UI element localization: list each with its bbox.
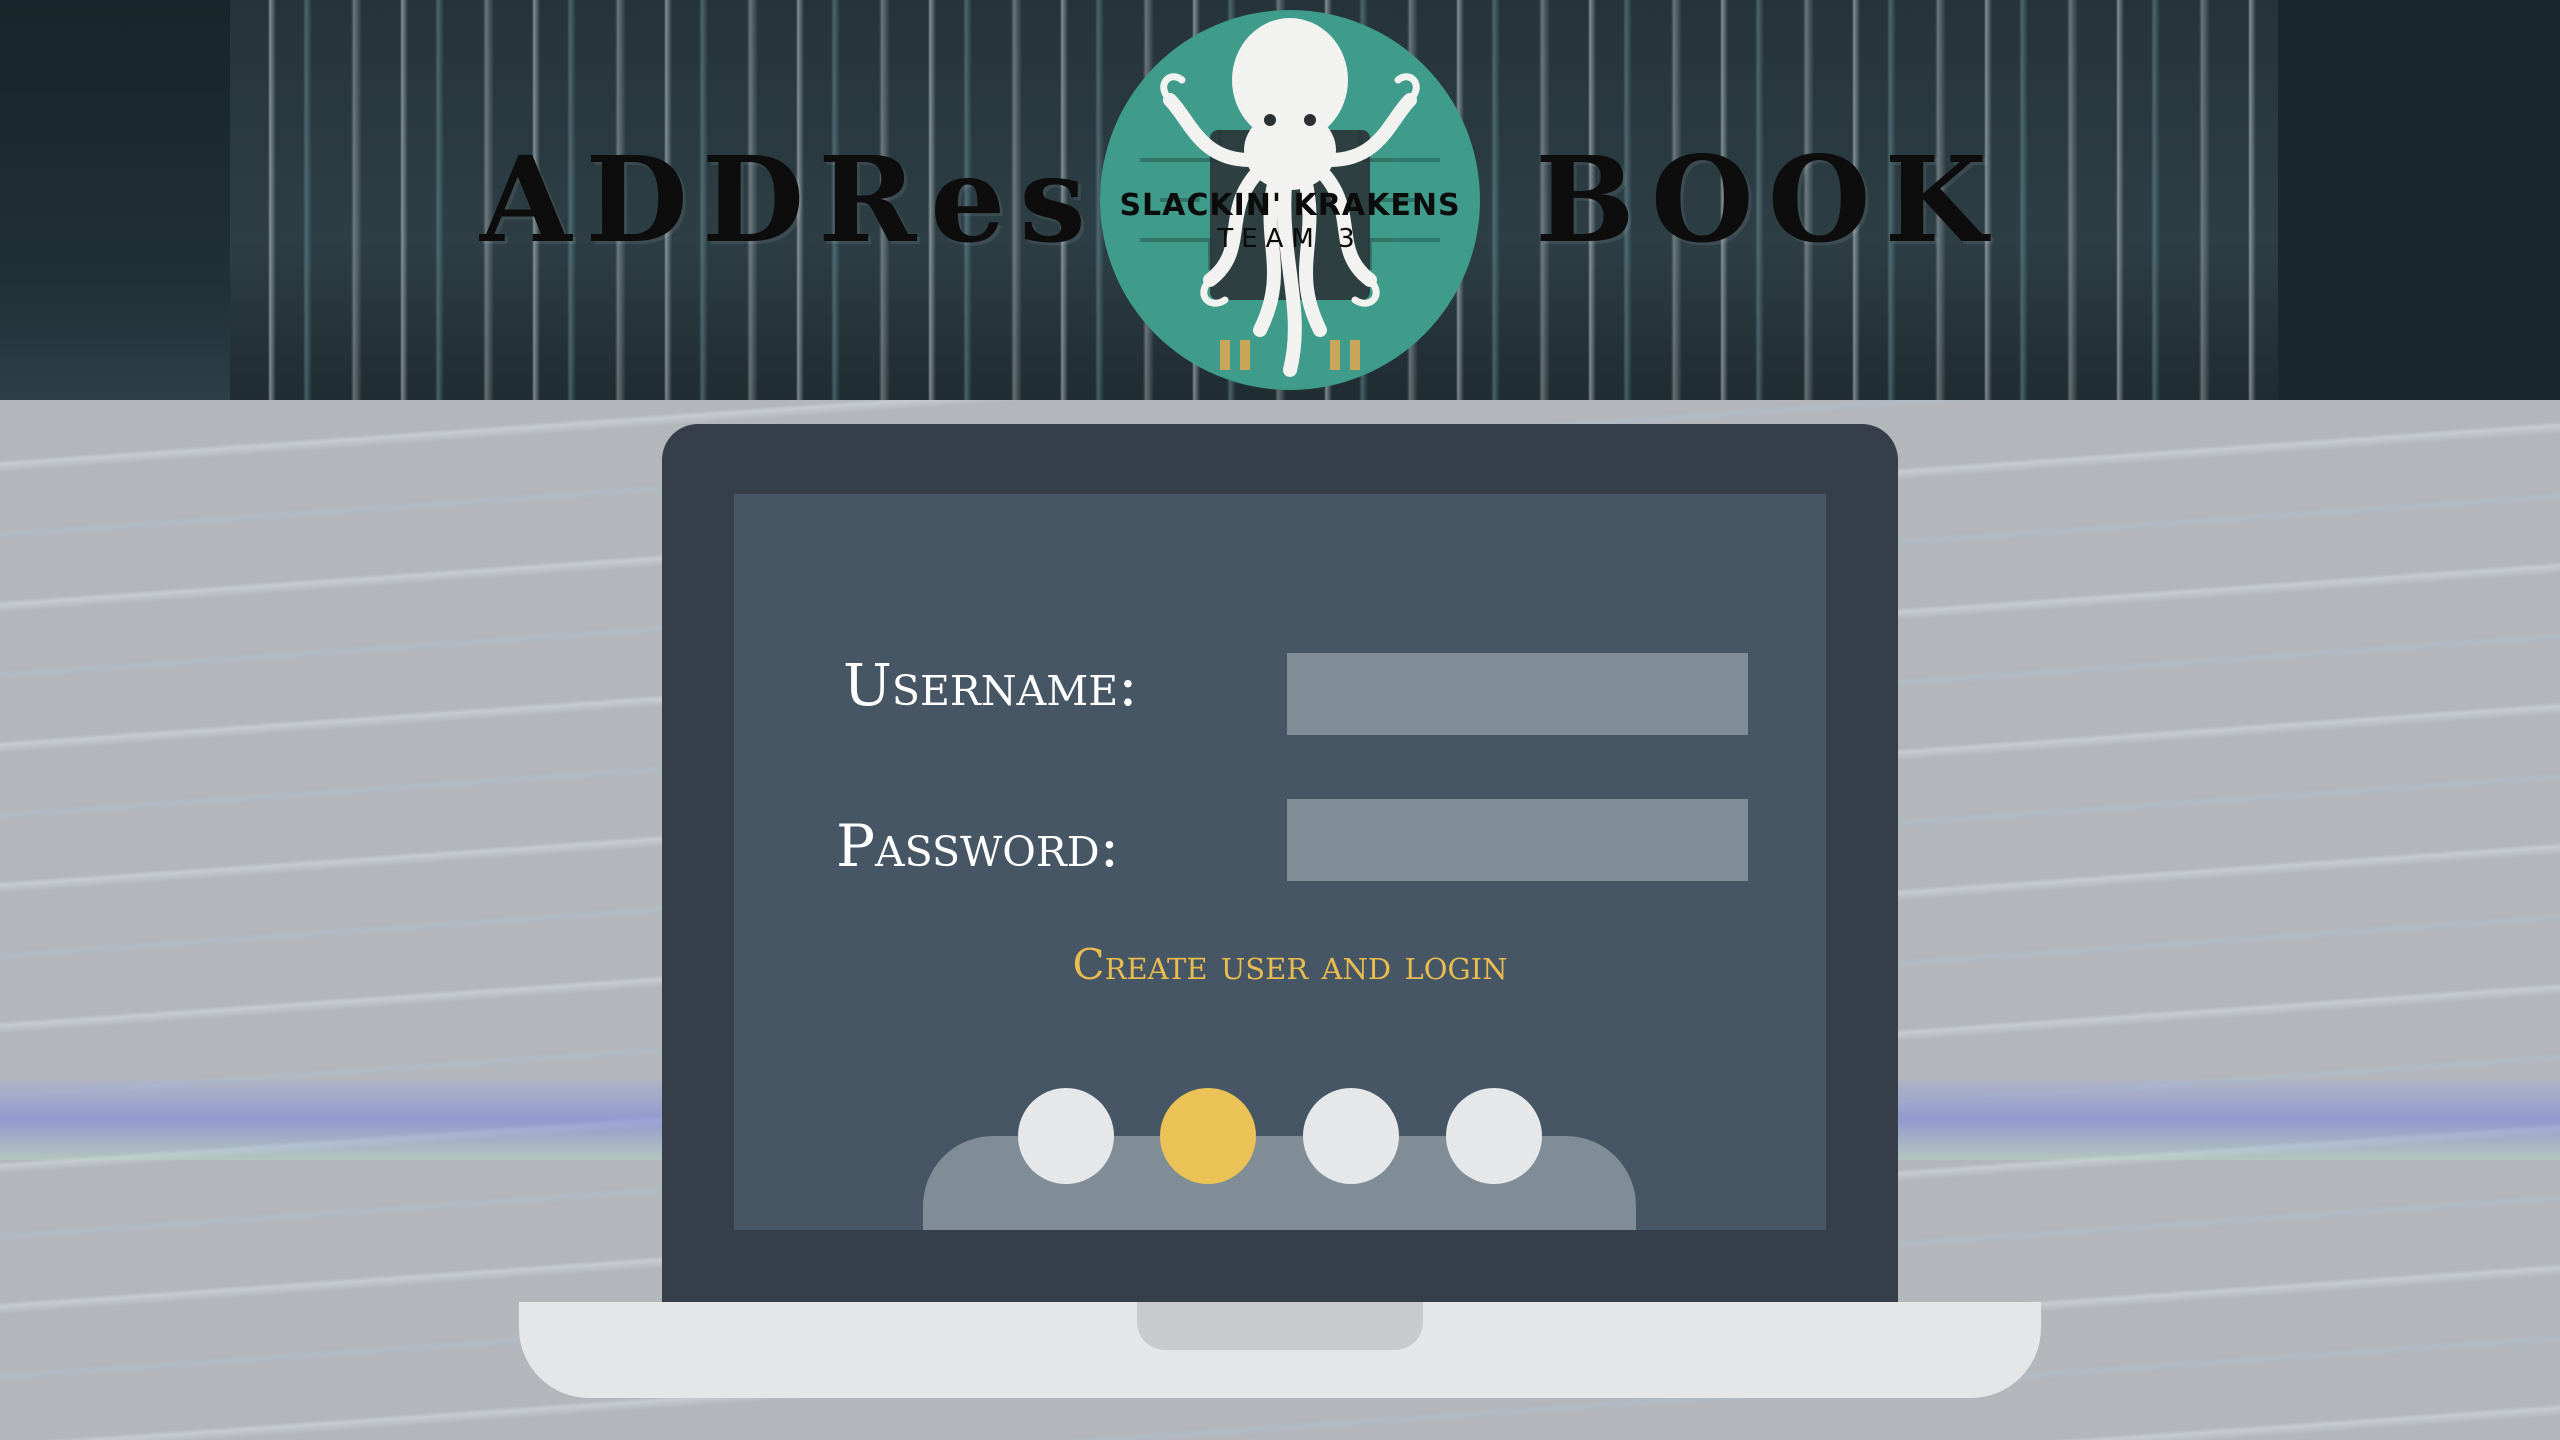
dock-dot-1[interactable] xyxy=(1018,1088,1114,1184)
banner-right-edge xyxy=(2278,0,2560,400)
password-label: Password: xyxy=(836,812,1120,880)
dock-dot-4[interactable] xyxy=(1446,1088,1542,1184)
team-logo: SLACKIN' KRAKENS TEAM 3 xyxy=(1100,10,1480,390)
logo-team-number: TEAM 3 xyxy=(1217,224,1363,254)
password-input[interactable] xyxy=(1287,799,1748,881)
dock-dot-2-active[interactable] xyxy=(1160,1088,1256,1184)
create-user-login-link[interactable]: Create user and login xyxy=(1000,935,1580,995)
username-input[interactable] xyxy=(1287,653,1748,735)
logo-team-name: SLACKIN' KRAKENS xyxy=(1119,188,1461,223)
dock-dot-3[interactable] xyxy=(1303,1088,1399,1184)
page-title-left: ADDRess xyxy=(480,130,1181,269)
banner-left-edge xyxy=(0,0,230,400)
page-title-right: BOOK xyxy=(1535,130,2002,269)
header-banner: ADDRess SLACKIN' KRAKENS TEAM 3 BOOK xyxy=(0,0,2560,400)
laptop-trackpad xyxy=(1137,1302,1423,1350)
username-label: Username: xyxy=(843,651,1138,719)
